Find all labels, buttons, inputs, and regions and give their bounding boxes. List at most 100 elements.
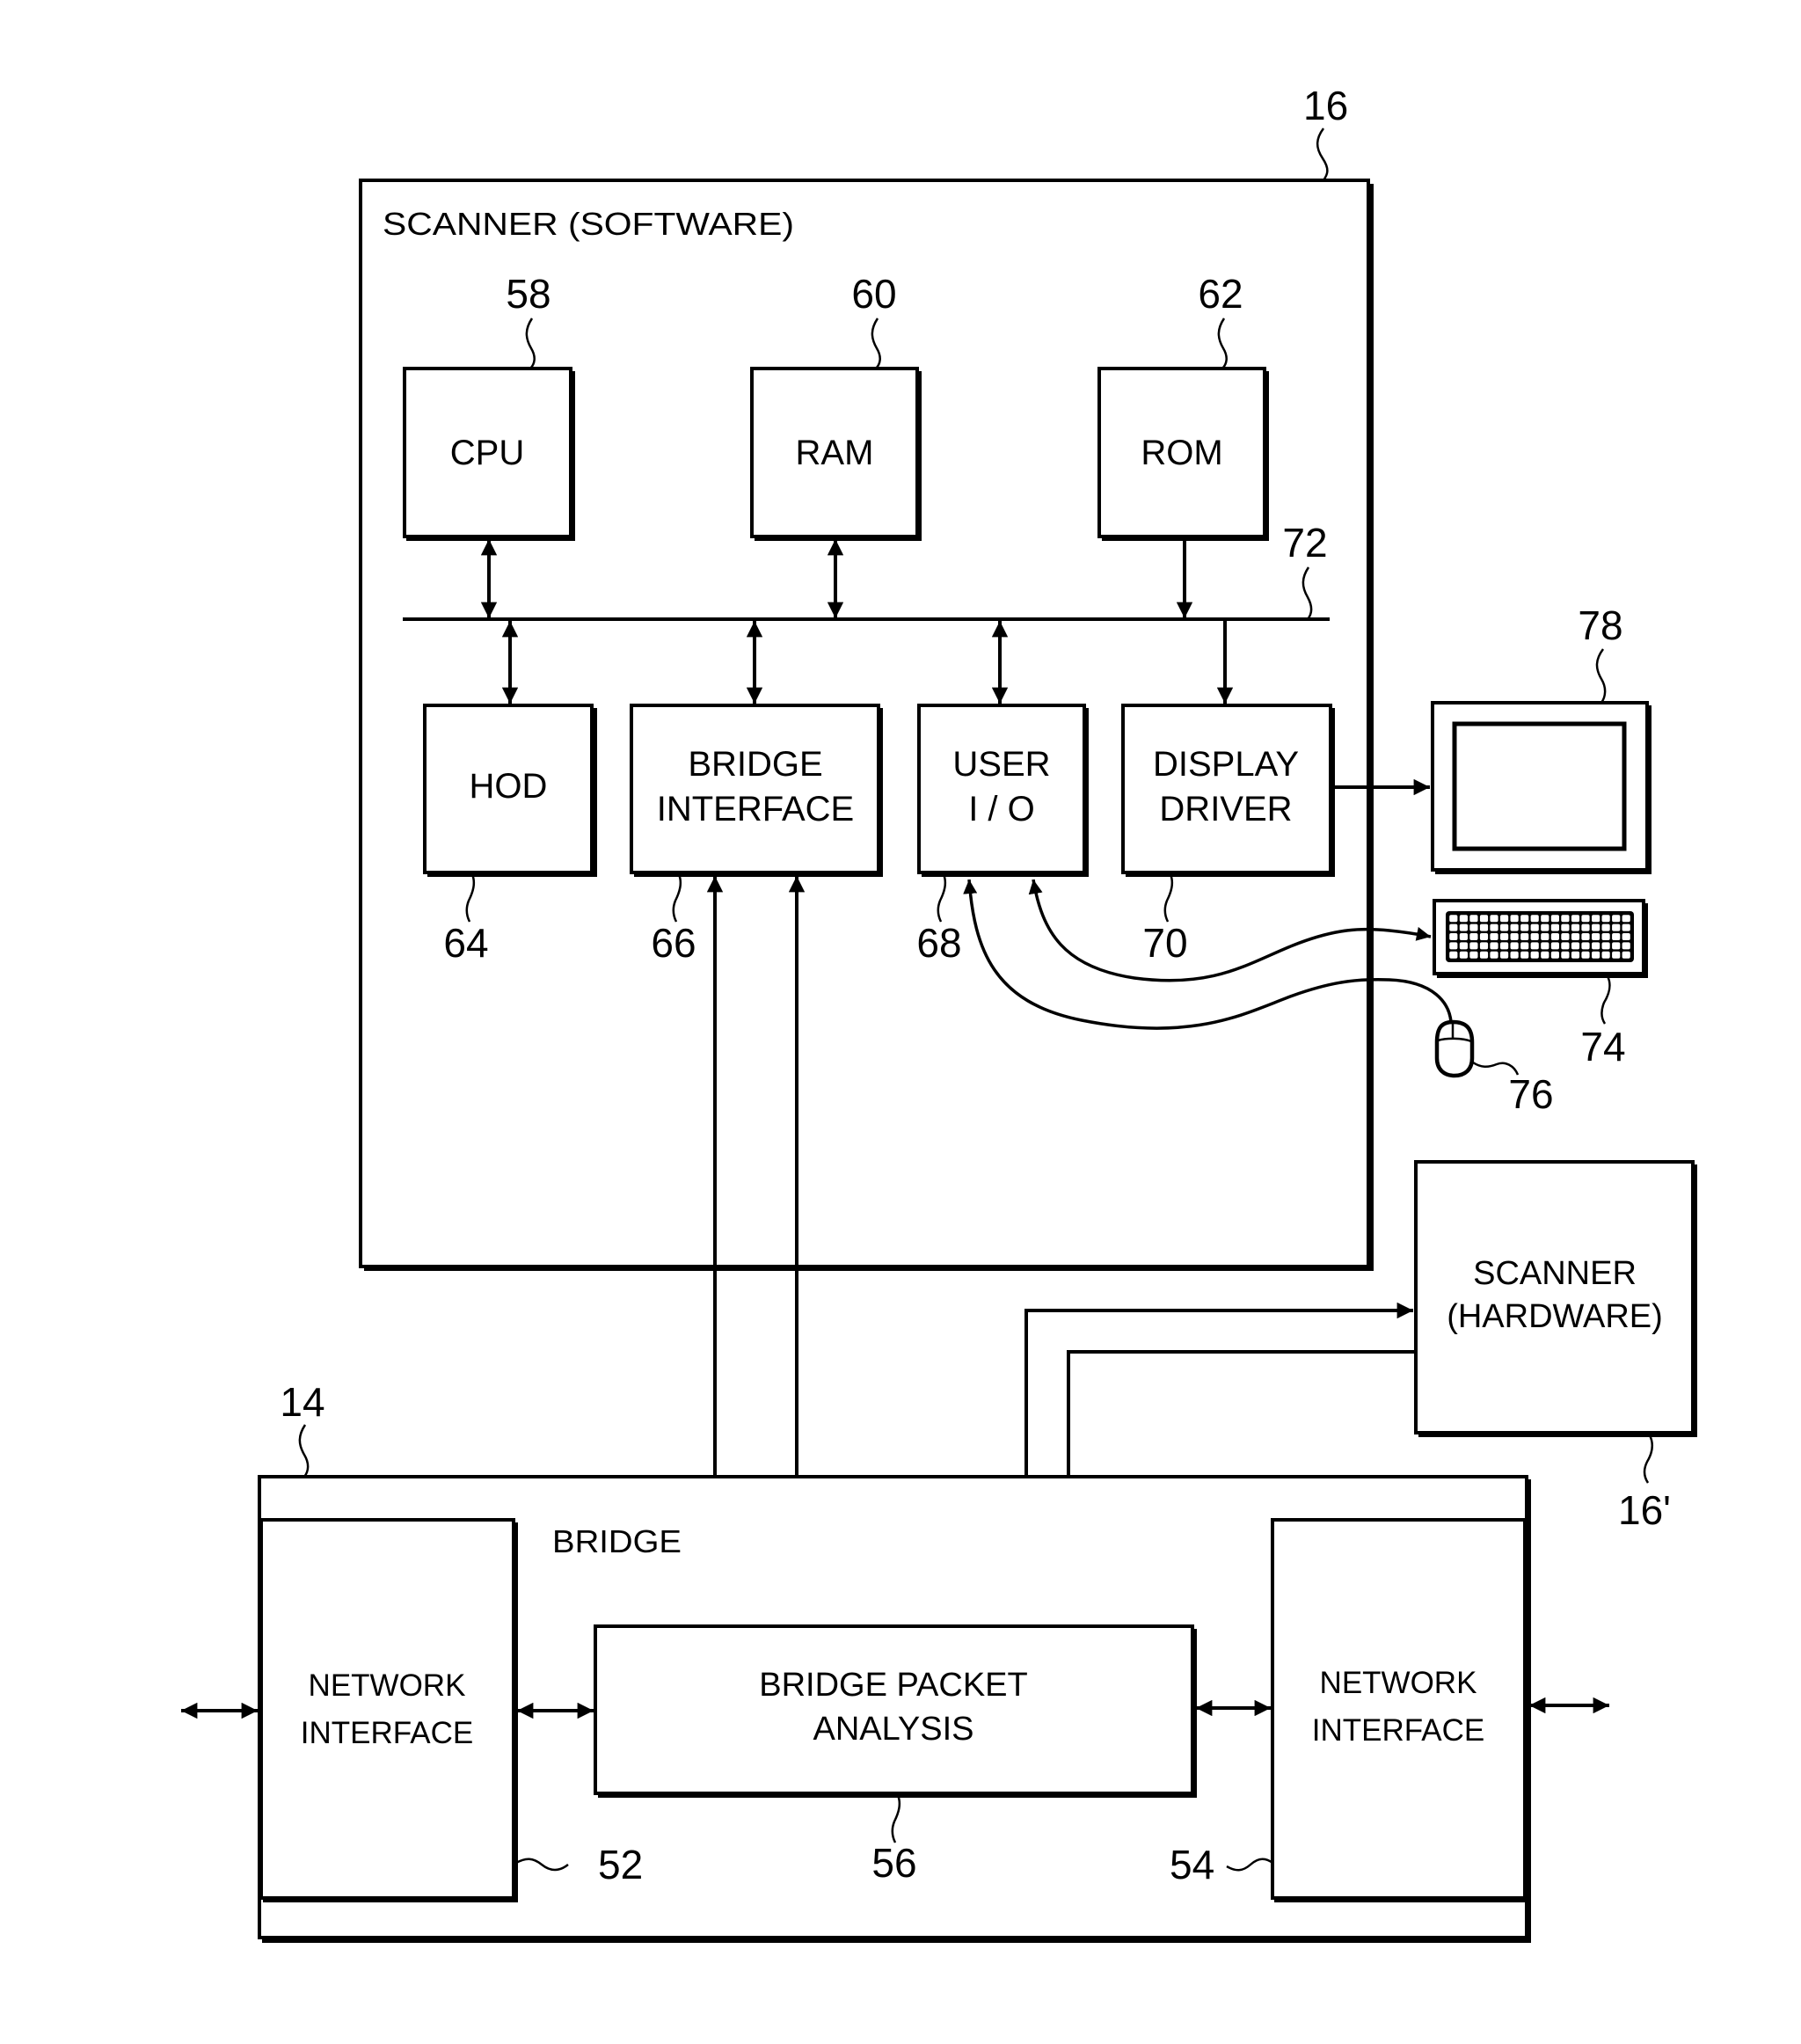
keyboard-key	[1520, 942, 1529, 950]
keyboard-key	[1469, 923, 1478, 931]
network-interface-right-line2: INTERFACE	[1312, 1713, 1484, 1748]
keyboard-key	[1459, 923, 1468, 931]
keyboard-key	[1449, 933, 1458, 940]
keyboard-key	[1449, 923, 1458, 931]
ref-label-76: 76	[1508, 1071, 1553, 1117]
ref-label-68: 68	[916, 920, 961, 966]
keyboard-key	[1541, 942, 1549, 950]
leader-78	[1595, 648, 1607, 704]
keyboard-key	[1622, 951, 1630, 959]
ref-label-58: 58	[506, 271, 551, 317]
keyboard-key	[1510, 923, 1519, 931]
keyboard-key	[1622, 915, 1630, 923]
keyboard-key	[1571, 951, 1580, 959]
keyboard-key	[1479, 923, 1489, 931]
keyboard-key	[1520, 933, 1529, 940]
keyboard-key	[1510, 933, 1519, 940]
keyboard-key	[1469, 951, 1478, 959]
network-interface-left	[259, 1518, 518, 1902]
ref-label-66: 66	[651, 920, 696, 966]
scanner-hardware-label-line1: SCANNER	[1473, 1255, 1637, 1292]
keyboard-key	[1520, 915, 1529, 923]
display-driver-label-line1: DISPLAY	[1153, 745, 1299, 784]
bridge-interface-label-line2: INTERFACE	[657, 790, 854, 829]
keyboard-key	[1530, 923, 1539, 931]
keyboard-key	[1550, 942, 1559, 950]
network-interface-left-line2: INTERFACE	[301, 1716, 473, 1750]
keyboard-key	[1622, 933, 1630, 940]
keyboard-key	[1561, 951, 1570, 959]
ref-label-60: 60	[851, 271, 896, 317]
keyboard-key	[1561, 923, 1570, 931]
keyboard-key	[1571, 942, 1580, 950]
ref-label-62: 62	[1198, 271, 1243, 317]
keyboard-key	[1490, 933, 1498, 940]
mouse-icon	[1434, 1019, 1475, 1078]
keyboard-key	[1581, 951, 1590, 959]
keyboard-key	[1612, 933, 1621, 940]
user-io-label-line2: I / O	[968, 790, 1035, 829]
keyboard-key	[1479, 951, 1489, 959]
cpu-label: CPU	[450, 434, 524, 472]
keyboard-key	[1592, 942, 1600, 950]
keyboard-key	[1500, 915, 1509, 923]
keyboard-key	[1561, 915, 1570, 923]
keyboard-key	[1479, 933, 1489, 940]
keyboard-key	[1571, 933, 1580, 940]
ref-label-14: 14	[280, 1379, 324, 1425]
keyboard-key	[1592, 951, 1600, 959]
ref-label-64: 64	[443, 920, 488, 966]
leader-16	[1316, 128, 1329, 181]
bpa-label-line1: BRIDGE PACKET	[759, 1667, 1027, 1704]
keyboard-key	[1541, 933, 1549, 940]
keyboard-key	[1612, 923, 1621, 931]
leader-16-prime	[1643, 1434, 1654, 1484]
keyboard-key	[1490, 942, 1498, 950]
bridge-title: BRIDGE	[552, 1523, 682, 1559]
keyboard-key	[1592, 923, 1600, 931]
keyboard-key	[1581, 933, 1590, 940]
keyboard-key	[1469, 915, 1478, 923]
keyboard-key	[1530, 942, 1539, 950]
keyboard-key	[1571, 923, 1580, 931]
keyboard-key	[1469, 933, 1478, 940]
keyboard-key	[1592, 915, 1600, 923]
keyboard-key	[1530, 951, 1539, 959]
keyboard-icon	[1433, 899, 1648, 978]
keyboard-key	[1601, 933, 1610, 940]
keyboard-key	[1550, 933, 1559, 940]
keyboard-key	[1592, 933, 1600, 940]
monitor-icon	[1431, 701, 1652, 874]
block-diagram: SCANNER (SOFTWARE) 16 CPU 58 RAM 60 ROM …	[181, 83, 1697, 1943]
keyboard-key	[1550, 951, 1559, 959]
keyboard-key	[1601, 923, 1610, 931]
user-io-label-line1: USER	[952, 745, 1050, 784]
ref-label-16-prime: 16'	[1618, 1487, 1671, 1533]
keyboard-key	[1490, 923, 1498, 931]
keyboard-key	[1449, 942, 1458, 950]
keyboard-key	[1459, 951, 1468, 959]
keyboard-key	[1622, 942, 1630, 950]
keyboard-key	[1500, 923, 1509, 931]
keyboard-key	[1550, 915, 1559, 923]
keyboard-key	[1479, 915, 1489, 923]
keyboard-key	[1510, 942, 1519, 950]
ref-label-74: 74	[1580, 1024, 1625, 1069]
keyboard-key	[1510, 951, 1519, 959]
keyboard-key	[1510, 915, 1519, 923]
keyboard-key	[1541, 951, 1549, 959]
keyboard-key	[1500, 942, 1509, 950]
keyboard-key	[1520, 951, 1529, 959]
ref-label-52: 52	[598, 1842, 643, 1887]
ref-label-54: 54	[1170, 1842, 1214, 1887]
network-interface-right	[1271, 1518, 1529, 1902]
display-driver-label-line2: DRIVER	[1159, 790, 1292, 829]
leader-14	[298, 1424, 310, 1478]
rom-label: ROM	[1141, 434, 1222, 472]
keyboard-key	[1541, 915, 1549, 923]
network-interface-left-line1: NETWORK	[309, 1668, 466, 1703]
keyboard-key	[1612, 942, 1621, 950]
scanner-hardware-label-line2: (HARDWARE)	[1447, 1298, 1663, 1335]
ref-label-78: 78	[1578, 602, 1622, 648]
keyboard-key	[1520, 923, 1529, 931]
